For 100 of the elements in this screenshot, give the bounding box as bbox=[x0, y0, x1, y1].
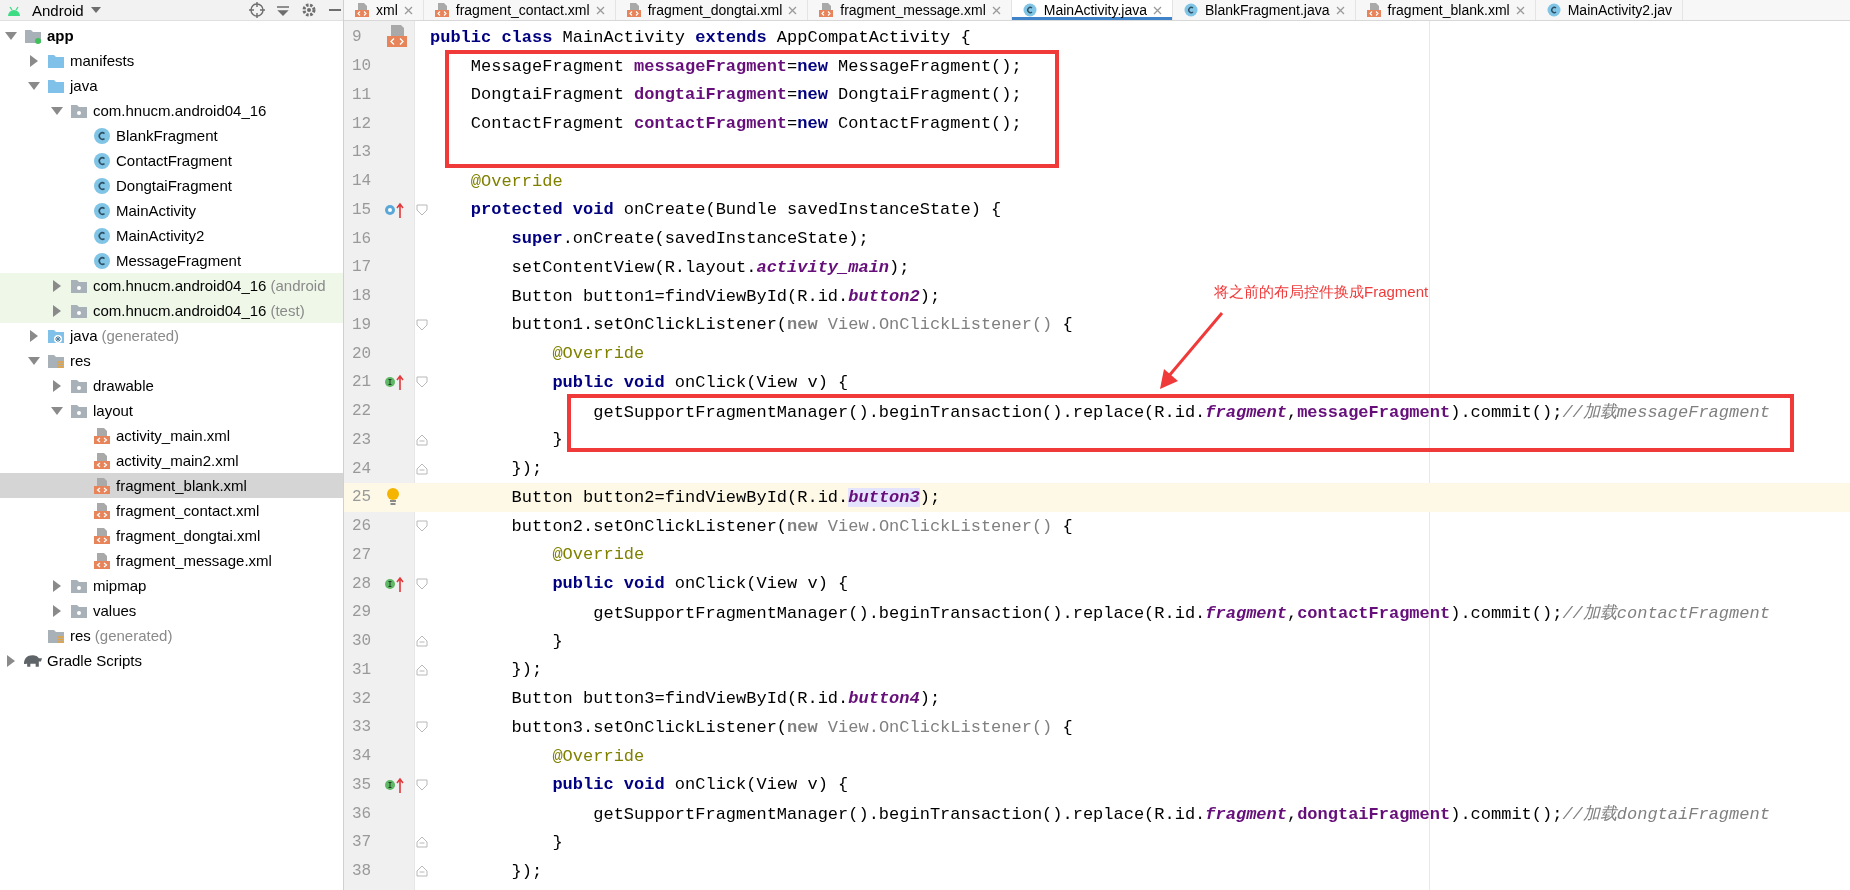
code-line: getSupportFragmentManager().beginTransaction().replace(R.id.fragment,contactFragment).commit();//加载contactFragment bbox=[592, 602, 1770, 624]
tree-item[interactable]: mipmap bbox=[0, 573, 343, 598]
item-note: (generated) bbox=[101, 327, 180, 344]
line-number: 27 bbox=[351, 544, 373, 566]
tree-item[interactable]: app bbox=[0, 23, 343, 48]
line-number: 37 bbox=[351, 832, 373, 854]
code-line: super.onCreate(savedInstanceState); bbox=[510, 229, 869, 249]
close-icon[interactable] bbox=[1335, 5, 1345, 15]
editor-tab[interactable]: MainActivity2.jav bbox=[1535, 0, 1683, 20]
fold-marker-icon[interactable] bbox=[416, 721, 428, 734]
line-number: 34 bbox=[351, 746, 373, 768]
tree-item[interactable]: MainActivity2 bbox=[0, 223, 343, 248]
close-icon[interactable] bbox=[788, 5, 798, 15]
line-number: 24 bbox=[351, 458, 373, 480]
item-label: Gradle Scripts bbox=[47, 652, 143, 669]
fold-marker-icon[interactable] bbox=[416, 318, 428, 331]
item-label: manifests bbox=[70, 52, 135, 69]
fold-marker-icon[interactable] bbox=[416, 376, 428, 389]
fold-marker-icon[interactable] bbox=[416, 520, 428, 533]
tree-item[interactable]: activity_main2.xml bbox=[0, 448, 343, 473]
view-selector[interactable]: Android bbox=[32, 1, 102, 19]
fold-marker-icon[interactable] bbox=[416, 865, 428, 878]
close-icon[interactable] bbox=[1153, 5, 1162, 15]
code-line: Button button2=findViewById(R.id.button3); bbox=[510, 487, 941, 507]
code-line: @Override bbox=[551, 746, 645, 766]
xml-file-icon bbox=[93, 501, 111, 520]
tree-item[interactable]: com.hnucm.android04_16 bbox=[0, 98, 343, 123]
implements-marker-icon bbox=[384, 574, 406, 593]
item-label: activity_main2.xml bbox=[116, 452, 239, 469]
line-number: 21 bbox=[351, 372, 373, 394]
line-number: 16 bbox=[351, 228, 373, 250]
class-icon bbox=[93, 226, 111, 245]
editor-tab[interactable]: fragment_dongtai.xml bbox=[615, 0, 809, 20]
tree-item[interactable]: drawable bbox=[0, 373, 343, 398]
tree-item[interactable]: com.hnucm.android04_16 (android bbox=[0, 273, 343, 298]
tree-item[interactable]: values bbox=[0, 598, 343, 623]
editor-tab[interactable]: fragment_contact.xml bbox=[423, 0, 616, 20]
code-line: protected void onCreate(Bundle savedInstanceState) { bbox=[469, 200, 1002, 220]
tree-item[interactable]: MessageFragment bbox=[0, 248, 343, 273]
item-label: mipmap bbox=[93, 577, 147, 594]
xml-file-icon bbox=[625, 3, 642, 17]
code-line: public class MainActivity extends AppCompatActivity { bbox=[430, 27, 971, 47]
fold-marker-icon[interactable] bbox=[416, 577, 428, 590]
line-number: 23 bbox=[351, 429, 373, 451]
tree-item[interactable]: manifests bbox=[0, 48, 343, 73]
tree-item[interactable]: layout bbox=[0, 398, 343, 423]
item-label: java bbox=[70, 77, 98, 94]
caret-icon bbox=[89, 6, 102, 14]
fold-marker-icon[interactable] bbox=[416, 635, 428, 648]
tree-item[interactable]: Gradle Scripts bbox=[0, 648, 343, 673]
tree-item[interactable]: fragment_message.xml bbox=[0, 548, 343, 573]
editor-tab[interactable]: xml bbox=[344, 0, 424, 20]
class-icon bbox=[93, 126, 111, 145]
code-line: @Override bbox=[551, 344, 645, 364]
fold-marker-icon[interactable] bbox=[416, 836, 428, 849]
close-icon[interactable] bbox=[1515, 5, 1525, 15]
code-line: button2.setOnClickListener(new View.OnClickListener() { bbox=[510, 516, 1073, 536]
item-label: drawable bbox=[93, 377, 154, 394]
fold-marker-icon[interactable] bbox=[416, 663, 428, 676]
code-line: } bbox=[551, 832, 563, 852]
tree-item[interactable]: fragment_contact.xml bbox=[0, 498, 343, 523]
tree-item[interactable]: ContactFragment bbox=[0, 148, 343, 173]
fold-marker-icon[interactable] bbox=[416, 203, 428, 216]
line-number: 14 bbox=[351, 171, 373, 193]
line-number: 15 bbox=[351, 199, 373, 221]
tree-item[interactable]: BlankFragment bbox=[0, 123, 343, 148]
tree-item[interactable]: java (generated) bbox=[0, 323, 343, 348]
xml-file-icon bbox=[818, 3, 835, 17]
close-icon[interactable] bbox=[595, 5, 605, 15]
code-line: } bbox=[551, 631, 563, 651]
item-label: values bbox=[93, 602, 137, 619]
class-icon bbox=[1183, 3, 1199, 17]
tree-item[interactable]: res (generated) bbox=[0, 623, 343, 648]
close-icon[interactable] bbox=[403, 5, 413, 15]
editor-tab[interactable]: fragment_message.xml bbox=[808, 0, 1012, 20]
code-line: public void onClick(View v) { bbox=[551, 574, 849, 594]
settings-icon[interactable] bbox=[301, 2, 317, 18]
line-number: 32 bbox=[351, 688, 373, 710]
xml-file-icon bbox=[433, 3, 450, 17]
tree-item[interactable]: MainActivity bbox=[0, 198, 343, 223]
fold-marker-icon[interactable] bbox=[416, 433, 428, 446]
code-line: Button button3=findViewById(R.id.button4); bbox=[510, 689, 941, 709]
editor-tab[interactable]: BlankFragment.java bbox=[1173, 0, 1356, 20]
tree-item[interactable]: activity_main.xml bbox=[0, 423, 343, 448]
editor-tab[interactable]: fragment_blank.xml bbox=[1355, 0, 1536, 20]
tree-item[interactable]: fragment_blank.xml bbox=[0, 473, 343, 498]
item-label: layout bbox=[93, 402, 134, 419]
code-line: }); bbox=[510, 861, 543, 881]
item-label: ContactFragment bbox=[116, 152, 232, 169]
tree-item[interactable]: res bbox=[0, 348, 343, 373]
tree-item[interactable]: fragment_dongtai.xml bbox=[0, 523, 343, 548]
tree-item[interactable]: DongtaiFragment bbox=[0, 173, 343, 198]
tree-item[interactable]: java bbox=[0, 73, 343, 98]
code-line: }); bbox=[510, 459, 543, 479]
fold-marker-icon[interactable] bbox=[416, 462, 428, 475]
fold-marker-icon[interactable] bbox=[416, 778, 428, 791]
close-icon[interactable] bbox=[991, 5, 1001, 15]
crosshair-icon[interactable] bbox=[249, 2, 265, 18]
editor-tab[interactable]: MainActivity.java bbox=[1011, 0, 1173, 20]
tree-item[interactable]: com.hnucm.android04_16 (test) bbox=[0, 298, 343, 323]
